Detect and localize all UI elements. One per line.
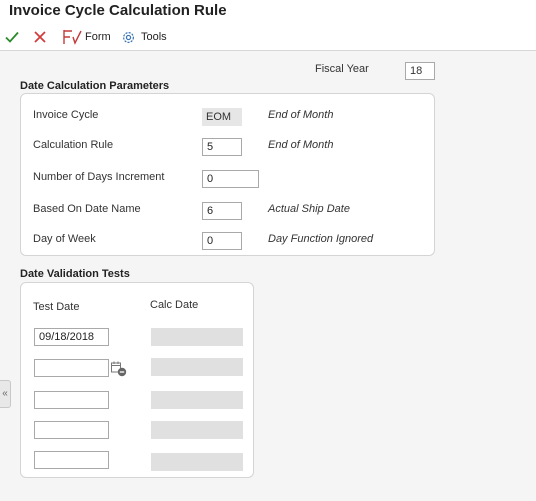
day-of-week-input[interactable]: 0	[202, 232, 242, 250]
fiscal-year-label: Fiscal Year	[315, 63, 369, 75]
form-menu-button[interactable]: Form	[85, 31, 111, 43]
calc-date-output	[151, 391, 243, 409]
test-date-input[interactable]	[34, 391, 109, 409]
page-title: Invoice Cycle Calculation Rule	[9, 2, 227, 19]
calc-date-output	[151, 453, 243, 471]
calculation-rule-input[interactable]: 5	[202, 138, 242, 156]
test-date-input[interactable]: 09/18/2018	[34, 328, 109, 346]
date-calc-heading: Date Calculation Parameters	[20, 80, 170, 92]
fiscal-year-input[interactable]: 18	[405, 62, 435, 80]
days-increment-input[interactable]: 0	[202, 170, 259, 188]
toolbar: Form Tools	[0, 24, 536, 51]
based-on-date-input[interactable]: 6	[202, 202, 242, 220]
calc-date-output	[151, 421, 243, 439]
calculation-rule-description: End of Month	[268, 139, 334, 151]
test-date-input[interactable]	[34, 451, 109, 469]
invoice-cycle-description: End of Month	[268, 109, 334, 121]
collapse-side-panel-button[interactable]: «	[0, 380, 11, 408]
form-icon[interactable]	[62, 29, 82, 48]
calc-date-output	[151, 358, 243, 376]
close-icon[interactable]	[32, 29, 48, 48]
test-date-input[interactable]	[34, 421, 109, 439]
calc-date-output	[151, 328, 243, 346]
calendar-icon[interactable]	[110, 360, 128, 381]
gear-icon[interactable]	[121, 30, 136, 48]
calculation-rule-label: Calculation Rule	[33, 139, 114, 151]
based-on-date-description: Actual Ship Date	[268, 203, 350, 215]
invoice-cycle-label: Invoice Cycle	[33, 109, 99, 121]
day-of-week-label: Day of Week	[33, 233, 96, 245]
based-on-date-label: Based On Date Name	[33, 203, 141, 215]
day-of-week-description: Day Function Ignored	[268, 233, 374, 245]
title-bar: Invoice Cycle Calculation Rule	[0, 0, 536, 24]
calc-date-header: Calc Date	[150, 299, 199, 311]
checkmark-icon[interactable]	[4, 29, 20, 48]
validation-heading: Date Validation Tests	[20, 268, 130, 280]
test-date-header: Test Date	[33, 301, 80, 313]
invoice-cycle-field: EOM	[202, 108, 242, 126]
test-date-input[interactable]	[34, 359, 109, 377]
tools-menu-button[interactable]: Tools	[141, 31, 167, 43]
days-increment-label: Number of Days Increment	[33, 171, 165, 183]
